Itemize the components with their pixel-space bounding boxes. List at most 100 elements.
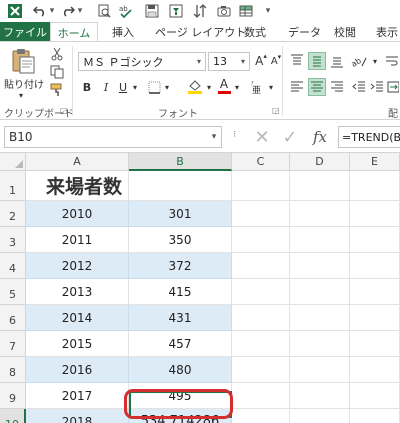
cell-e9[interactable]	[350, 383, 400, 409]
grow-font-button[interactable]: A ▴	[254, 52, 268, 70]
bold-button[interactable]: B	[80, 78, 94, 96]
redo-icon[interactable]	[60, 2, 76, 20]
align-right-icon[interactable]	[328, 78, 346, 96]
fill-color-dropdown-icon[interactable]: ▾	[204, 78, 214, 96]
cell-c1[interactable]	[232, 171, 290, 201]
spell-check-icon[interactable]: ab	[118, 2, 134, 20]
merge-center-icon[interactable]	[386, 78, 400, 96]
row-header[interactable]: 1	[0, 171, 26, 201]
undo-dropdown-icon[interactable]: ▾	[48, 2, 56, 20]
chevron-down-icon[interactable]: ▾	[237, 57, 249, 66]
wrap-text-icon[interactable]	[384, 52, 400, 70]
row-header[interactable]: 7	[0, 331, 26, 357]
cell-b5[interactable]: 415	[129, 279, 232, 305]
row-header[interactable]: 5	[0, 279, 26, 305]
align-bottom-icon[interactable]	[328, 52, 346, 70]
cell-e5[interactable]	[350, 279, 400, 305]
tab-home[interactable]: ホーム	[50, 22, 98, 43]
cell-a5[interactable]: 2013	[26, 279, 129, 305]
formula-bar-resize-handle[interactable]: ···	[228, 130, 239, 137]
tab-formulas[interactable]: 数式	[244, 22, 266, 42]
cell-d8[interactable]	[290, 357, 350, 383]
chevron-down-icon[interactable]: ▾	[207, 132, 221, 142]
cell-c6[interactable]	[232, 305, 290, 331]
cell-e3[interactable]	[350, 227, 400, 253]
underline-dropdown-icon[interactable]: ▾	[130, 78, 140, 96]
undo-icon[interactable]	[32, 2, 48, 20]
tab-file[interactable]: ファイル	[0, 22, 50, 42]
camera-icon[interactable]	[216, 2, 232, 20]
cell-d2[interactable]	[290, 201, 350, 227]
italic-button[interactable]: I	[99, 78, 113, 96]
row-header[interactable]: 8	[0, 357, 26, 383]
cell-b2[interactable]: 301	[129, 201, 232, 227]
formula-input[interactable]: =TREND(B	[338, 126, 400, 148]
insert-function-icon[interactable]: fx	[308, 126, 332, 148]
align-middle-icon[interactable]	[308, 52, 326, 70]
cell-d6[interactable]	[290, 305, 350, 331]
fill-color-icon[interactable]	[186, 78, 204, 96]
font-color-button[interactable]: A	[216, 76, 232, 96]
cell-d9[interactable]	[290, 383, 350, 409]
save-icon[interactable]	[144, 2, 160, 20]
font-launcher-icon[interactable]: ◲	[272, 106, 280, 115]
paste-dropdown-icon[interactable]: ▾	[14, 90, 28, 100]
cell-a8[interactable]: 2016	[26, 357, 129, 383]
cell-b4[interactable]: 372	[129, 253, 232, 279]
row-header[interactable]: 2	[0, 201, 26, 227]
cell-a7[interactable]: 2015	[26, 331, 129, 357]
table-icon[interactable]	[238, 2, 254, 20]
cut-icon[interactable]	[48, 46, 66, 62]
row-header[interactable]: 9	[0, 383, 26, 409]
cell-e4[interactable]	[350, 253, 400, 279]
orientation-icon[interactable]: ab	[348, 52, 370, 70]
cell-a4[interactable]: 2012	[26, 253, 129, 279]
cell-e8[interactable]	[350, 357, 400, 383]
borders-dropdown-icon[interactable]: ▾	[162, 78, 172, 96]
cell-b7[interactable]: 457	[129, 331, 232, 357]
select-all-button[interactable]	[0, 153, 26, 171]
cell-a2[interactable]: 2010	[26, 201, 129, 227]
cell-a3[interactable]: 2011	[26, 227, 129, 253]
autofilter-icon[interactable]	[168, 2, 184, 20]
cell-e2[interactable]	[350, 201, 400, 227]
column-header-a[interactable]: A	[26, 153, 129, 171]
sort-icon[interactable]	[192, 2, 208, 20]
row-header[interactable]: 3	[0, 227, 26, 253]
phonetic-guide-icon[interactable]: ｱ亜	[248, 78, 266, 96]
font-color-dropdown-icon[interactable]: ▾	[232, 78, 242, 96]
align-left-icon[interactable]	[288, 78, 306, 96]
cell-c8[interactable]	[232, 357, 290, 383]
name-box[interactable]: B10 ▾	[4, 126, 222, 148]
cell-b8[interactable]: 480	[129, 357, 232, 383]
cell-c10[interactable]	[232, 409, 290, 423]
row-header[interactable]: 10	[0, 409, 26, 423]
cell-d10[interactable]	[290, 409, 350, 423]
column-header-b[interactable]: B	[129, 153, 232, 171]
cell-c5[interactable]	[232, 279, 290, 305]
cell-c7[interactable]	[232, 331, 290, 357]
row-header[interactable]: 6	[0, 305, 26, 331]
cell-e1[interactable]	[350, 171, 400, 201]
tab-review[interactable]: 校閲	[334, 22, 356, 42]
cancel-icon[interactable]: ✕	[250, 126, 274, 148]
cell-d4[interactable]	[290, 253, 350, 279]
cell-a1[interactable]: 来場者数	[26, 171, 129, 201]
cell-c2[interactable]	[232, 201, 290, 227]
customize-dropdown-icon[interactable]: ▾	[262, 2, 274, 20]
font-name-combo[interactable]: ＭＳ Ｐゴシック ▾	[78, 52, 206, 71]
cell-c9[interactable]	[232, 383, 290, 409]
cell-e6[interactable]	[350, 305, 400, 331]
phonetic-dropdown-icon[interactable]: ▾	[266, 78, 276, 96]
column-header-c[interactable]: C	[232, 153, 290, 171]
cell-b3[interactable]: 350	[129, 227, 232, 253]
tab-data[interactable]: データ	[288, 22, 321, 42]
cell-d3[interactable]	[290, 227, 350, 253]
enter-check-icon[interactable]: ✓	[278, 126, 302, 148]
cell-a6[interactable]: 2014	[26, 305, 129, 331]
row-header[interactable]: 4	[0, 253, 26, 279]
cell-a9[interactable]: 2017	[26, 383, 129, 409]
align-center-icon[interactable]	[308, 78, 326, 96]
cell-d7[interactable]	[290, 331, 350, 357]
cell-c3[interactable]	[232, 227, 290, 253]
